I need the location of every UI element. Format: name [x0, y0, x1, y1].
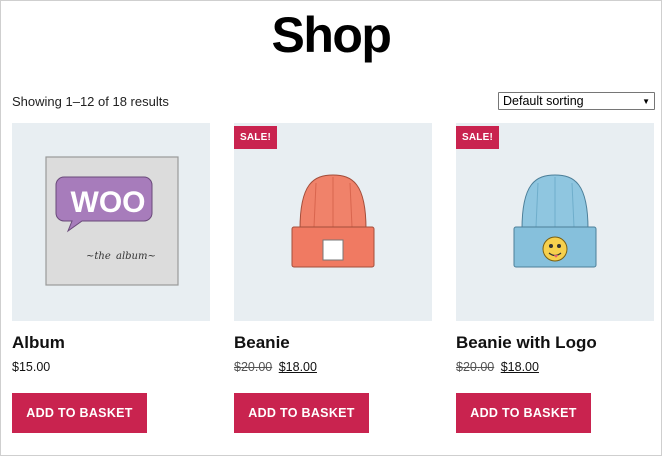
add-to-basket-button[interactable]: ADD TO BASKET	[12, 393, 147, 433]
product-image-beanie-with-logo[interactable]: SALE!	[456, 123, 654, 321]
beanie-image	[291, 174, 375, 268]
regular-price: $20.00	[234, 360, 273, 374]
product-price: $20.00 $18.00	[456, 359, 654, 375]
sale-price: $18.00	[278, 360, 317, 374]
current-price: $15.00	[12, 360, 51, 374]
add-to-basket-button[interactable]: ADD TO BASKET	[456, 393, 591, 433]
product-image-album[interactable]: WOO ~the album~	[12, 123, 210, 321]
album-image: WOO ~the album~	[45, 156, 179, 286]
chevron-down-icon: ▼	[642, 97, 650, 106]
product-name[interactable]: Album	[12, 333, 210, 353]
result-count: Showing 1–12 of 18 results	[12, 94, 169, 109]
product-card-album: WOO ~the album~ Album $15.00 ADD TO BASK…	[12, 123, 210, 433]
sorting-selected-value: Default sorting	[503, 94, 584, 108]
svg-text:WOO: WOO	[71, 186, 146, 219]
shop-page: Shop Showing 1–12 of 18 results Default …	[0, 0, 662, 456]
sale-badge: SALE!	[234, 126, 277, 149]
beanie-with-logo-image	[513, 174, 597, 268]
add-to-basket-button[interactable]: ADD TO BASKET	[234, 393, 369, 433]
svg-text:album~: album~	[116, 251, 156, 262]
svg-text:~the: ~the	[86, 251, 111, 262]
regular-price: $20.00	[456, 360, 495, 374]
product-card-beanie: SALE! Beanie $20.00 $18.00 ADD TO BASKET	[234, 123, 432, 433]
product-name[interactable]: Beanie	[234, 333, 432, 353]
product-card-beanie-with-logo: SALE! Beanie with Logo $20.00 $18.00 ADD…	[456, 123, 654, 433]
sorting-select[interactable]: Default sorting ▼	[498, 92, 655, 110]
product-price: $20.00 $18.00	[234, 359, 432, 375]
product-image-beanie[interactable]: SALE!	[234, 123, 432, 321]
page-title: Shop	[271, 7, 392, 63]
sale-price: $18.00	[500, 360, 539, 374]
product-name[interactable]: Beanie with Logo	[456, 333, 654, 353]
product-price: $15.00	[12, 359, 210, 375]
sale-badge: SALE!	[456, 126, 499, 149]
